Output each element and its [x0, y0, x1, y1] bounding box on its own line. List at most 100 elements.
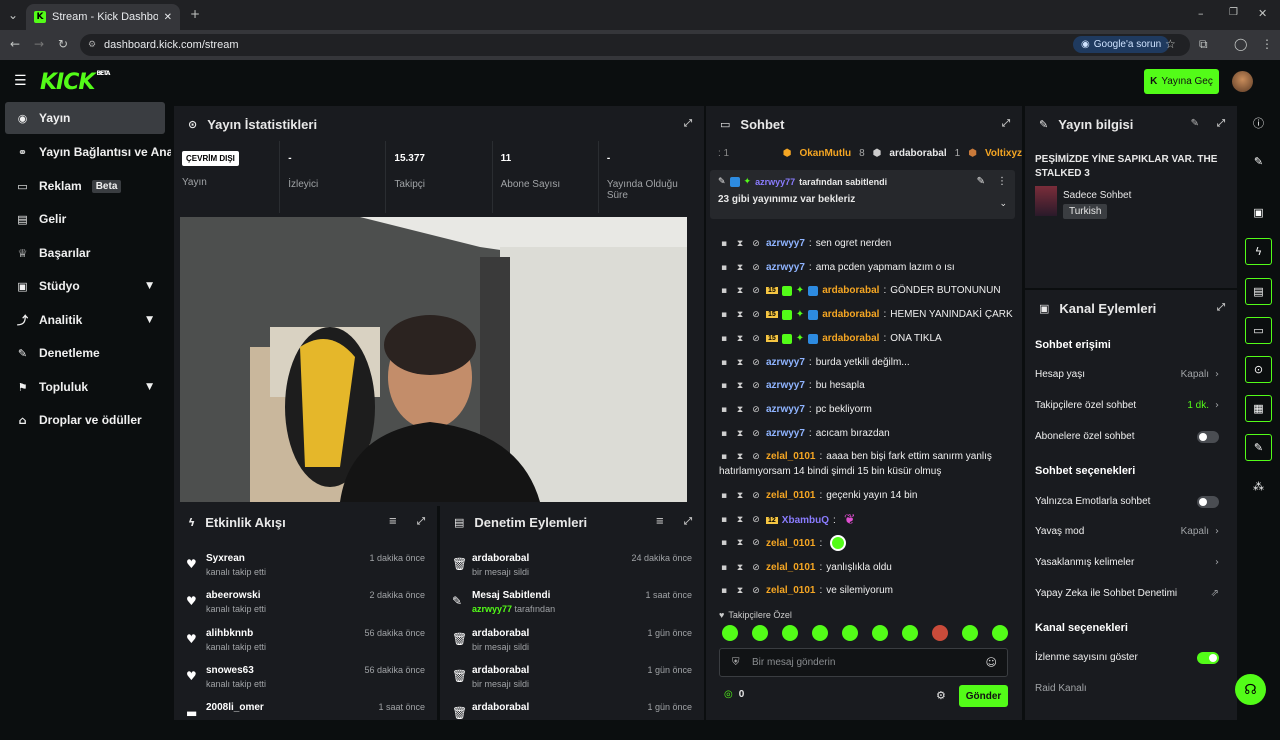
- close-window-icon[interactable]: ✕: [1258, 7, 1267, 20]
- ban-icon[interactable]: ⊘: [750, 491, 762, 501]
- emote-icon[interactable]: [782, 625, 798, 641]
- video-icon[interactable]: ▣: [1245, 199, 1272, 226]
- menu-dots-icon[interactable]: ⋮: [1261, 37, 1273, 51]
- timeout-icon[interactable]: ⧗: [734, 358, 746, 368]
- avatar[interactable]: [1232, 71, 1253, 92]
- sidebar-item-ads[interactable]: ▭ Reklam Beta: [5, 170, 165, 202]
- leaderboard-user[interactable]: Voltixyz: [985, 148, 1022, 159]
- sidebar-item-community[interactable]: ⚑ Topluluk ▼: [5, 371, 165, 403]
- ban-icon[interactable]: ⊘: [750, 515, 762, 525]
- trash-icon[interactable]: ▪: [718, 263, 730, 273]
- trash-icon[interactable]: ▪: [718, 515, 730, 525]
- show-viewers-toggle[interactable]: [1197, 651, 1219, 664]
- sidebar-item-studio[interactable]: ▣ Stüdyo ▼: [5, 270, 165, 302]
- chat-username[interactable]: azrwyy7: [766, 238, 805, 249]
- expand-icon[interactable]: ⤢: [1002, 118, 1010, 129]
- info-icon[interactable]: ⓘ: [1245, 109, 1272, 136]
- sidebar-item-drops[interactable]: ⌂ Droplar ve ödüller: [5, 404, 165, 436]
- ban-icon[interactable]: ⊘: [750, 429, 762, 439]
- ban-icon[interactable]: ⊘: [750, 263, 762, 273]
- emote-icon[interactable]: [842, 625, 858, 641]
- trash-icon[interactable]: ▪: [718, 286, 730, 296]
- go-live-button[interactable]: K Yayına Geç: [1144, 69, 1219, 94]
- setting-banned-words[interactable]: Yasaklanmış kelimeler ›: [1035, 557, 1225, 568]
- timeout-icon[interactable]: ⧗: [734, 381, 746, 391]
- lightning-icon[interactable]: ϟ: [1245, 238, 1272, 265]
- trash-icon[interactable]: ▪: [718, 239, 730, 249]
- ban-icon[interactable]: ⊘: [750, 586, 762, 596]
- chat-username[interactable]: ardaborabal: [822, 285, 879, 296]
- edit-icon[interactable]: ✎: [1245, 148, 1272, 175]
- ban-icon[interactable]: ⊘: [750, 452, 762, 462]
- tab-search-icon[interactable]: ⌄: [8, 8, 18, 22]
- site-info-icon[interactable]: ⚙: [88, 40, 96, 50]
- emote-icon[interactable]: [812, 625, 828, 641]
- timeout-icon[interactable]: ⧗: [734, 310, 746, 320]
- chat-username[interactable]: ardaborabal: [822, 333, 879, 344]
- stream-preview[interactable]: [180, 217, 687, 502]
- setting-raid[interactable]: Raid Kanalı: [1035, 683, 1225, 694]
- trash-icon[interactable]: ▪: [718, 358, 730, 368]
- ban-icon[interactable]: ⊘: [750, 358, 762, 368]
- chat-input[interactable]: ⛨ Bir mesaj gönderin ☺: [719, 648, 1008, 677]
- chat-username[interactable]: zelal_0101: [766, 490, 816, 501]
- forward-icon[interactable]: →: [34, 37, 44, 51]
- timeout-icon[interactable]: ⧗: [734, 452, 746, 462]
- trash-icon[interactable]: ▪: [718, 310, 730, 320]
- chat-username[interactable]: zelal_0101: [766, 538, 816, 549]
- edit-icon[interactable]: ✎: [1191, 118, 1199, 129]
- address-bar[interactable]: ⚙ dashboard.kick.com/stream: [80, 34, 1190, 56]
- filter-icon[interactable]: ≡: [656, 516, 664, 527]
- chat-username[interactable]: zelal_0101: [766, 585, 816, 596]
- sidebar-item-revenue[interactable]: ▤ Gelir: [5, 203, 165, 235]
- ban-icon[interactable]: ⊘: [750, 239, 762, 249]
- ban-icon[interactable]: ⊘: [750, 563, 762, 573]
- chat-username[interactable]: azrwyy7: [766, 262, 805, 273]
- emote-icon[interactable]: [722, 625, 738, 641]
- sidebar-item-moderation[interactable]: ✎ Denetleme: [5, 337, 165, 369]
- menu-dots-icon[interactable]: ⋮: [997, 176, 1007, 187]
- subs-only-toggle[interactable]: [1197, 430, 1219, 443]
- setting-account-age[interactable]: Hesap yaşı Kapalı ›: [1035, 369, 1225, 380]
- chat-username[interactable]: azrwyy7: [766, 380, 805, 391]
- setting-slow-mode[interactable]: Yavaş mod Kapalı ›: [1035, 526, 1225, 537]
- timeout-icon[interactable]: ⧗: [734, 263, 746, 273]
- ban-icon[interactable]: ⊘: [750, 310, 762, 320]
- chat-settings-icon[interactable]: ⚙: [936, 689, 946, 702]
- trash-icon[interactable]: ▪: [718, 381, 730, 391]
- channel-points[interactable]: ◎ 0: [724, 689, 744, 700]
- trash-icon[interactable]: ▪: [718, 563, 730, 573]
- ban-icon[interactable]: ⊘: [750, 538, 762, 548]
- maximize-icon[interactable]: ❐: [1229, 7, 1238, 18]
- timeout-icon[interactable]: ⧗: [734, 563, 746, 573]
- sidebar-item-achievements[interactable]: ♕ Başarılar: [5, 237, 165, 269]
- expand-icon[interactable]: ⤢: [1217, 302, 1225, 313]
- chat-username[interactable]: azrwyy7: [766, 428, 805, 439]
- chat-icon[interactable]: ▭: [1245, 317, 1272, 344]
- trash-icon[interactable]: ▪: [718, 405, 730, 415]
- chat-username[interactable]: azrwyy7: [766, 404, 805, 415]
- emote-icon[interactable]: [962, 625, 978, 641]
- google-lens-button[interactable]: ◉ Google'a sorun: [1073, 36, 1170, 53]
- sidebar-item-stream-key[interactable]: ⚭ Yayın Bağlantısı ve Anahtarı: [5, 136, 173, 168]
- setting-ai-moderation[interactable]: Yapay Zeka ile Sohbet Denetimi ⇗: [1035, 588, 1225, 599]
- emote-icon[interactable]: [752, 625, 768, 641]
- category-thumbnail[interactable]: [1035, 186, 1057, 216]
- emote-icon[interactable]: [902, 625, 918, 641]
- browser-tab[interactable]: K Stream - Kick Dashboard ✕: [26, 4, 180, 30]
- category-name[interactable]: Sadece Sohbet: [1063, 190, 1131, 201]
- expand-icon[interactable]: ⤢: [1217, 118, 1225, 129]
- emote-only-toggle[interactable]: [1197, 495, 1219, 508]
- timeout-icon[interactable]: ⧗: [734, 405, 746, 415]
- reload-icon[interactable]: ↻: [58, 37, 68, 51]
- emote-icon[interactable]: [872, 625, 888, 641]
- leaderboard-user[interactable]: ardaborabal: [889, 148, 946, 159]
- timeout-icon[interactable]: ⧗: [734, 429, 746, 439]
- ban-icon[interactable]: ⊘: [750, 381, 762, 391]
- timeout-icon[interactable]: ⧗: [734, 586, 746, 596]
- back-icon[interactable]: ←: [10, 37, 20, 51]
- unpin-icon[interactable]: ✎: [977, 176, 985, 187]
- timeout-icon[interactable]: ⧗: [734, 538, 746, 548]
- document-icon[interactable]: ▤: [1245, 278, 1272, 305]
- sidebar-item-broadcast[interactable]: ◉ Yayın: [5, 102, 165, 134]
